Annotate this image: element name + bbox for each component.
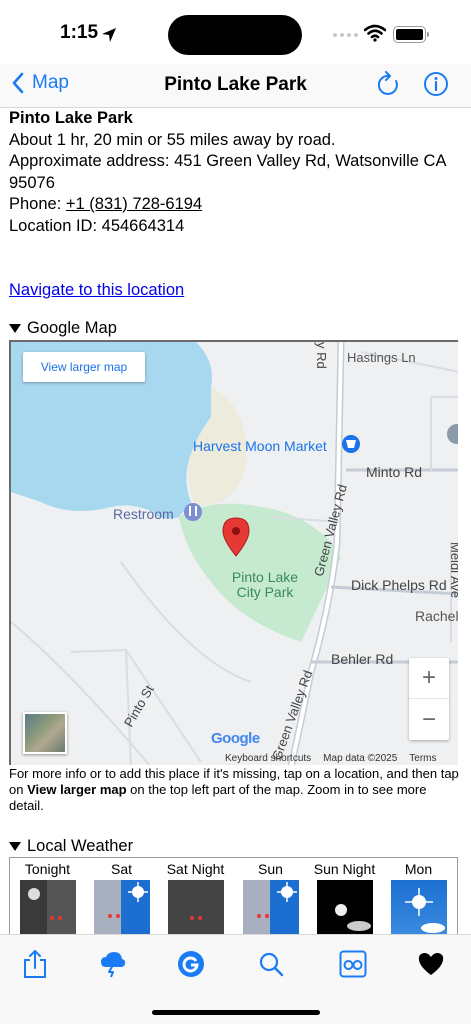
place-phone: Phone: +1 (831) 728-6194 — [9, 194, 459, 216]
forecast-night-fog-icon[interactable] — [20, 880, 76, 934]
forecast-night-fog-icon[interactable] — [168, 880, 224, 934]
signal-icon — [333, 33, 358, 37]
forecast-fog-sun-icon[interactable] — [243, 880, 299, 934]
battery-icon — [393, 26, 429, 43]
forecast-day: Sat Night — [166, 861, 225, 877]
address-label: Approximate address: — [9, 152, 170, 170]
place-address: Approximate address: 451 Green Valley Rd… — [9, 151, 459, 194]
home-indicator — [152, 1010, 320, 1015]
map-data-attribution: Map data ©2025 — [323, 753, 398, 764]
map-label-y-rd: y Rd — [314, 342, 329, 369]
place-location-id: Location ID: 454664314 — [9, 216, 459, 238]
forecast-day: Sat — [110, 861, 132, 877]
status-bar: 1:15 — [0, 0, 471, 64]
location-arrow-icon — [102, 28, 116, 42]
forecast-day: Sun Night — [313, 861, 376, 877]
google-logo: Google — [211, 730, 260, 747]
weather-forecast: Tonight Sat Sat Night Sun Sun Night Mon — [9, 857, 458, 935]
dynamic-island — [168, 15, 302, 55]
google-map[interactable]: View larger map Hastings Ln Harvest Moon… — [9, 340, 458, 765]
map-label-rachel: Rachel — [415, 608, 458, 624]
search-tab[interactable] — [256, 949, 286, 979]
forecast-sunny-icon[interactable] — [391, 880, 447, 934]
phone-label: Phone: — [9, 195, 62, 213]
location-id-label: Location ID: — [9, 216, 98, 235]
google-map-section-toggle[interactable]: Google Map — [9, 319, 117, 338]
forecast-fog-sun-icon[interactable] — [94, 880, 150, 934]
google-tab[interactable] — [176, 949, 206, 979]
map-help-note: For more info or to add this place if it… — [9, 766, 459, 814]
local-weather-section-title: Local Weather — [27, 837, 134, 855]
refresh-icon[interactable] — [376, 71, 402, 99]
map-label-behler: Behler Rd — [331, 651, 394, 667]
map-label-hastings: Hastings Ln — [347, 350, 416, 365]
map-label-restroom[interactable]: Restroom — [113, 506, 174, 522]
map-note-bold: View larger map — [27, 782, 127, 797]
google-icon — [178, 951, 204, 977]
local-weather-section-toggle[interactable]: Local Weather — [9, 837, 133, 856]
forecast-day: Tonight — [24, 861, 71, 877]
weather-tab[interactable] — [98, 949, 128, 979]
map-label-harvest[interactable]: Harvest Moon Market — [193, 438, 327, 454]
weather-icon — [101, 952, 126, 978]
share-icon — [24, 950, 46, 978]
location-id-value: 454664314 — [101, 216, 185, 235]
info-icon[interactable] — [423, 71, 449, 97]
view-larger-map-button[interactable]: View larger map — [23, 352, 145, 382]
status-time: 1:15 — [60, 22, 99, 43]
keyboard-shortcuts-link[interactable]: Keyboard shortcuts — [225, 753, 311, 764]
place-distance: About 1 hr, 20 min or 55 miles away by r… — [9, 130, 336, 149]
forecast-night-clear-icon[interactable] — [317, 880, 373, 934]
navigation-bar: Map Pinto Lake Park — [0, 64, 471, 108]
map-label-park[interactable]: Pinto Lake City Park — [225, 570, 305, 600]
map-label-minto: Minto Rd — [366, 464, 423, 480]
street-view-icon — [339, 950, 367, 978]
map-label-meldi: Meldi Ave — [448, 542, 458, 599]
satellite-toggle[interactable] — [23, 712, 67, 754]
zoom-out-button[interactable]: − — [409, 699, 449, 740]
google-map-section-title: Google Map — [27, 319, 117, 337]
search-icon — [259, 952, 284, 977]
map-label-dick-phelps: Dick Phelps Rd — [351, 577, 447, 593]
terms-link[interactable]: Terms — [409, 753, 436, 764]
map-canvas — [11, 342, 458, 765]
navigate-link[interactable]: Navigate to this location — [9, 280, 459, 302]
map-footer: Keyboard shortcuts Map data ©2025 Terms — [225, 753, 437, 764]
heart-icon — [418, 952, 444, 975]
wifi-icon — [364, 24, 386, 42]
zoom-controls: + − — [409, 658, 449, 740]
disclosure-triangle-icon — [9, 324, 21, 333]
phone-link[interactable]: +1 (831) 728-6194 — [66, 195, 202, 213]
place-details: Pinto Lake Park About 1 hr, 20 min or 55… — [9, 108, 459, 302]
street-view-tab[interactable] — [338, 949, 368, 979]
forecast-day: Mon — [404, 861, 433, 877]
share-tab[interactable] — [20, 949, 50, 979]
zoom-in-button[interactable]: + — [409, 658, 449, 699]
page-title: Pinto Lake Park — [164, 74, 307, 95]
chevron-left-icon — [12, 72, 24, 94]
forecast-day: Sun — [258, 861, 283, 877]
back-button[interactable]: Map — [12, 72, 69, 94]
place-name: Pinto Lake Park — [9, 109, 133, 127]
disclosure-triangle-icon — [9, 842, 21, 851]
favorite-tab[interactable] — [416, 949, 446, 979]
back-button-label: Map — [32, 72, 69, 93]
